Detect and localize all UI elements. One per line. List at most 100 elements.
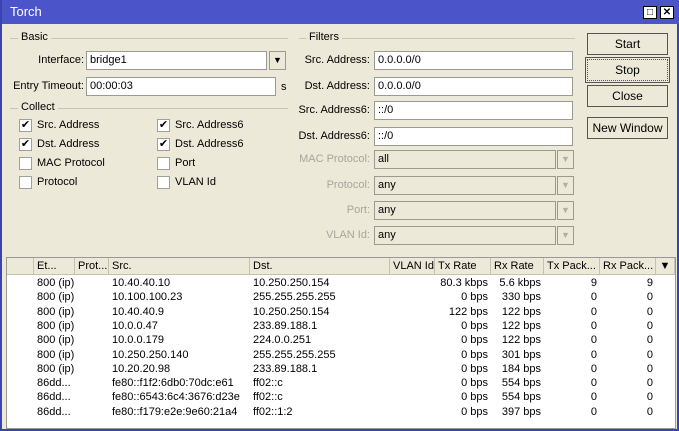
checkbox-label: Dst. Address bbox=[37, 138, 100, 150]
dropdown-arrow-icon[interactable]: ▼ bbox=[557, 176, 574, 195]
filter-label: Protocol: bbox=[326, 179, 370, 191]
table-cell: 224.0.0.251 bbox=[253, 334, 312, 347]
dropdown-arrow-icon[interactable]: ▼ bbox=[557, 150, 574, 169]
checkbox-label: MAC Protocol bbox=[37, 157, 105, 169]
table-cell: 0 bbox=[590, 334, 597, 347]
table-cell: 9 bbox=[590, 277, 597, 289]
dropdown-arrow-icon[interactable]: ▼ bbox=[557, 201, 574, 220]
table-cell bbox=[390, 290, 435, 304]
maximize-icon[interactable]: □ bbox=[643, 6, 657, 19]
table-cell bbox=[390, 405, 435, 419]
column-menu-icon[interactable]: ▼ bbox=[656, 258, 675, 275]
close-button[interactable]: Close bbox=[587, 85, 668, 107]
table-cell: 10.40.40.9 bbox=[112, 305, 164, 318]
column-header[interactable]: Dst. bbox=[250, 258, 390, 275]
filter-label: MAC Protocol: bbox=[299, 153, 370, 165]
table-row[interactable]: 800 (ip) 10.0.0.47 233.89.188.1 0 bps 122 bp… bbox=[7, 319, 675, 333]
table-row[interactable]: 800 (ip) 10.100.100.23 255.255.255.255 0 bp… bbox=[7, 290, 675, 304]
column-header[interactable]: Rx Rate bbox=[491, 258, 544, 275]
table-cell: 255.255.255.255 bbox=[253, 291, 336, 304]
filter-label: Dst. Address: bbox=[304, 80, 370, 92]
filter-input[interactable]: 0.0.0.0/0 bbox=[374, 77, 573, 96]
window-title: Torch bbox=[10, 4, 42, 19]
table-cell: fe80::6543:6c4:3676:d23e bbox=[112, 391, 240, 404]
filter-input[interactable]: all bbox=[374, 150, 556, 169]
new-window-button[interactable]: New Window bbox=[587, 117, 668, 139]
table-cell: 0 bbox=[646, 348, 653, 361]
table-cell bbox=[390, 362, 435, 376]
table-cell: 0 bbox=[590, 377, 597, 390]
table-cell bbox=[390, 376, 435, 390]
filter-input[interactable]: ::/0 bbox=[374, 127, 573, 146]
stop-button[interactable]: Stop bbox=[585, 57, 670, 83]
filter-label: Src. Address: bbox=[304, 54, 370, 66]
entry-timeout-label: Entry Timeout: bbox=[13, 80, 84, 92]
filter-label: Dst. Address6: bbox=[298, 130, 370, 142]
checkbox-mac-protocol[interactable] bbox=[19, 157, 32, 170]
table-row[interactable]: 86dd... fe80::f179:e2e:9e60:21a4 ff02::1:2… bbox=[7, 405, 675, 419]
table-cell: 0 bbox=[590, 391, 597, 404]
table-cell: 122 bps bbox=[501, 334, 541, 347]
table-row[interactable]: 800 (ip) 10.0.0.179 224.0.0.251 0 bps 122 bp… bbox=[7, 333, 675, 347]
checkbox-dst-address6[interactable]: ✔ bbox=[157, 138, 170, 151]
table-cell: 10.100.100.23 bbox=[112, 291, 183, 304]
checkbox-vlan-id[interactable] bbox=[157, 176, 170, 189]
table-row[interactable]: 800 (ip) 10.250.250.140 255.255.255.255 0 b… bbox=[7, 348, 675, 362]
interface-select[interactable]: bridge1 bbox=[86, 51, 267, 70]
filter-label: Src. Address6: bbox=[298, 104, 370, 116]
table-cell: 0 bbox=[590, 291, 597, 304]
column-header[interactable]: Tx Rate bbox=[435, 258, 491, 275]
table-row[interactable]: 800 (ip) 10.40.40.9 10.250.250.154 122 bps 1… bbox=[7, 305, 675, 319]
torch-table: Et... Prot... Src. Dst. VLAN Id Tx Rate Rx Rat… bbox=[6, 257, 676, 429]
column-header[interactable]: Prot... bbox=[75, 258, 109, 275]
start-button[interactable]: Start bbox=[587, 33, 668, 55]
filter-input[interactable]: any bbox=[374, 201, 556, 220]
table-cell bbox=[75, 305, 109, 319]
checkbox-protocol[interactable] bbox=[19, 176, 32, 189]
column-header[interactable]: Tx Pack... bbox=[544, 258, 600, 275]
table-cell: ff02::c bbox=[253, 377, 283, 390]
table-cell: 0 bbox=[646, 291, 653, 304]
table-cell: 301 bps bbox=[501, 348, 541, 361]
column-header[interactable]: Et... bbox=[34, 258, 75, 275]
filter-input[interactable]: any bbox=[374, 176, 556, 195]
table-cell: 10.250.250.154 bbox=[253, 305, 330, 318]
header-blank bbox=[7, 258, 34, 275]
table-cell: 800 (ip) bbox=[37, 319, 75, 332]
table-cell: 0 bbox=[646, 405, 653, 418]
table-row[interactable]: 800 (ip) 10.40.40.10 10.250.250.154 80.3 kb… bbox=[7, 276, 675, 290]
table-row[interactable]: 86dd... fe80::f1f2:6db0:70dc:e61 ff02::c 0 … bbox=[7, 376, 675, 390]
checkbox-src-address[interactable]: ✔ bbox=[19, 119, 32, 132]
table-cell bbox=[75, 405, 109, 419]
table-cell: 0 bps bbox=[461, 405, 488, 418]
filters-group-label: Filters bbox=[306, 31, 342, 43]
table-cell: 800 (ip) bbox=[37, 277, 75, 289]
column-header[interactable]: VLAN Id bbox=[390, 258, 435, 275]
filter-input[interactable]: any bbox=[374, 226, 556, 245]
close-icon[interactable]: ✕ bbox=[660, 6, 674, 19]
table-row[interactable]: 800 (ip) 10.20.20.98 233.89.188.1 0 bps 184 … bbox=[7, 362, 675, 376]
entry-timeout-input[interactable]: 00:00:03 bbox=[86, 77, 276, 96]
table-cell: 10.40.40.10 bbox=[112, 277, 171, 289]
dropdown-arrow-icon[interactable]: ▼ bbox=[269, 51, 286, 70]
table-cell bbox=[390, 305, 435, 319]
filter-input[interactable]: ::/0 bbox=[374, 101, 573, 120]
column-header[interactable]: Src. bbox=[109, 258, 250, 275]
table-cell: 800 (ip) bbox=[37, 348, 75, 361]
checkbox-dst-address[interactable]: ✔ bbox=[19, 138, 32, 151]
table-cell: 86dd... bbox=[37, 405, 71, 418]
table-cell: 80.3 kbps bbox=[440, 277, 488, 289]
checkbox-src-address6[interactable]: ✔ bbox=[157, 119, 170, 132]
checkbox-label: Port bbox=[175, 157, 196, 169]
table-cell: 554 bps bbox=[501, 377, 541, 390]
basic-group-label: Basic bbox=[18, 31, 51, 43]
column-header[interactable]: Rx Pack... bbox=[600, 258, 656, 275]
dropdown-arrow-icon[interactable]: ▼ bbox=[557, 226, 574, 245]
filter-input[interactable]: 0.0.0.0/0 bbox=[374, 51, 573, 70]
table-cell: 0 bbox=[590, 319, 597, 332]
table-row[interactable]: 86dd... fe80::6543:6c4:3676:d23e ff02::c 0 … bbox=[7, 390, 675, 404]
table-cell: 800 (ip) bbox=[37, 305, 75, 318]
table-cell: 800 (ip) bbox=[37, 334, 75, 347]
table-cell: 233.89.188.1 bbox=[253, 362, 318, 375]
checkbox-port[interactable] bbox=[157, 157, 170, 170]
